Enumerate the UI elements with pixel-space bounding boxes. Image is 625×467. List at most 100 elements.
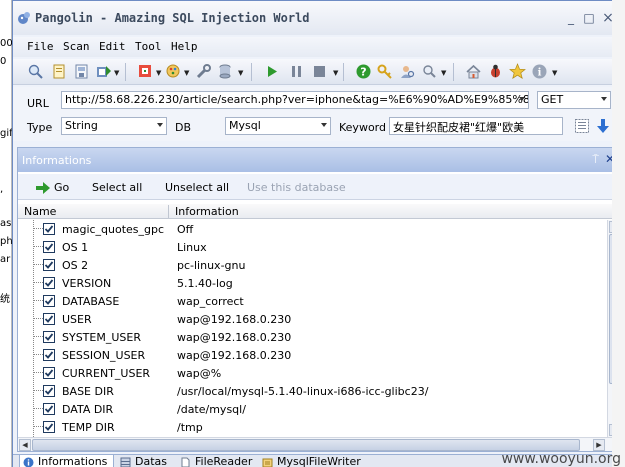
row-checkbox[interactable] bbox=[43, 367, 55, 379]
stop-icon[interactable] bbox=[311, 63, 328, 80]
export-icon[interactable] bbox=[95, 63, 112, 80]
select-all-button[interactable]: Select all bbox=[92, 181, 142, 194]
row-checkbox[interactable] bbox=[43, 421, 55, 433]
menu-edit[interactable]: Edit bbox=[99, 40, 126, 53]
menu-help[interactable]: Help bbox=[171, 40, 198, 53]
open-file-icon[interactable] bbox=[51, 63, 68, 80]
go-button[interactable]: Go bbox=[54, 181, 69, 194]
checkmark-icon bbox=[44, 369, 54, 377]
help-icon[interactable]: ? bbox=[355, 63, 372, 80]
maximize-button[interactable]: □ bbox=[583, 12, 595, 24]
tab-filereader[interactable]: FileReader bbox=[177, 455, 258, 467]
pause-icon[interactable] bbox=[288, 63, 305, 80]
chevron-down-icon[interactable] bbox=[601, 97, 607, 101]
row-checkbox[interactable] bbox=[43, 313, 55, 325]
row-checkbox[interactable] bbox=[43, 331, 55, 343]
horizontal-scrollbar[interactable]: ◀ ▶ bbox=[18, 437, 621, 451]
table-row[interactable]: SYSTEM_USER wap@192.168.0.230 bbox=[18, 328, 607, 346]
tab-mysqlfilewriter[interactable]: MysqlFileWriter bbox=[259, 455, 367, 467]
url-input[interactable]: http://58.68.226.230/article/search.php?… bbox=[61, 91, 529, 109]
title-bar[interactable]: Pangolin - Amazing SQL Injection World _… bbox=[13, 1, 624, 35]
wrench-icon[interactable] bbox=[195, 63, 212, 80]
method-select[interactable]: GET bbox=[537, 91, 611, 109]
row-information: wap@192.168.0.230 bbox=[177, 349, 292, 362]
keyword-picker-icon[interactable] bbox=[574, 118, 590, 134]
bug-icon[interactable] bbox=[487, 63, 504, 80]
scroll-thumb[interactable] bbox=[32, 439, 580, 451]
table-row[interactable]: SESSION_USER wap@192.168.0.230 bbox=[18, 346, 607, 364]
type-select[interactable]: String bbox=[61, 117, 167, 135]
table-row[interactable]: DATA DIR/date/mysql/ bbox=[18, 400, 607, 418]
tab-informations[interactable]: Informations bbox=[19, 455, 115, 467]
use-database-button[interactable]: Use this database bbox=[247, 181, 346, 194]
row-checkbox[interactable] bbox=[43, 349, 55, 361]
row-checkbox[interactable] bbox=[43, 385, 55, 397]
table-row[interactable]: magic_quotes_gpc Off bbox=[18, 220, 607, 238]
row-checkbox[interactable] bbox=[43, 223, 55, 235]
search-dropdown-arrow[interactable]: ▼ bbox=[441, 69, 446, 77]
column-information-header[interactable]: Information bbox=[175, 205, 239, 218]
keyword-input[interactable]: 女星针织配皮裙"红爆"欧美 bbox=[389, 117, 563, 135]
file-writer-icon bbox=[262, 458, 273, 467]
export-dropdown-arrow[interactable]: ▼ bbox=[114, 69, 119, 77]
background-fragment: 0 bbox=[0, 56, 7, 67]
tree-connector bbox=[33, 390, 43, 391]
row-name: BASE DIR bbox=[62, 385, 114, 398]
info-icon[interactable]: i bbox=[531, 63, 548, 80]
table-row[interactable]: BASE DIR/usr/local/mysql-5.1.40-linux-i6… bbox=[18, 382, 607, 400]
row-checkbox[interactable] bbox=[43, 295, 55, 307]
go-arrow-icon[interactable] bbox=[36, 182, 50, 194]
column-separator[interactable] bbox=[168, 205, 169, 218]
tree-connector bbox=[33, 300, 43, 301]
menu-bar: File Scan Edit Tool Help ▼ bbox=[13, 37, 624, 57]
database-icon[interactable] bbox=[217, 63, 234, 80]
chevron-down-icon[interactable] bbox=[519, 97, 525, 101]
settings-icon[interactable] bbox=[137, 63, 154, 80]
db-select[interactable]: Mysql bbox=[225, 117, 331, 135]
table-row[interactable]: DATABASE wap_correct bbox=[18, 292, 607, 310]
table-row[interactable]: OS 1 Linux bbox=[18, 238, 607, 256]
row-checkbox[interactable] bbox=[43, 259, 55, 271]
magnifier-icon[interactable] bbox=[421, 63, 438, 80]
menu-scan[interactable]: Scan bbox=[63, 40, 90, 53]
database-dropdown-arrow[interactable]: ▼ bbox=[238, 69, 243, 77]
arrow-down-icon[interactable] bbox=[595, 118, 611, 134]
table-row[interactable]: OS 2 pc-linux-gnu bbox=[18, 256, 607, 274]
table-row[interactable]: TEMP DIR/tmp bbox=[18, 418, 607, 436]
scroll-right-icon[interactable]: ▶ bbox=[593, 439, 605, 451]
menu-tool[interactable]: Tool bbox=[135, 40, 162, 53]
row-name: OS 1 bbox=[62, 241, 89, 254]
table-row[interactable]: USER wap@192.168.0.230 bbox=[18, 310, 607, 328]
user-search-icon[interactable] bbox=[399, 63, 416, 80]
info-dropdown-arrow[interactable]: ▼ bbox=[552, 69, 557, 77]
column-name-header[interactable]: Name bbox=[24, 205, 56, 218]
menu-file[interactable]: File bbox=[27, 40, 54, 53]
search-icon[interactable] bbox=[27, 63, 44, 80]
home-icon[interactable] bbox=[465, 63, 482, 80]
scroll-left-icon[interactable]: ◀ bbox=[19, 439, 31, 451]
settings-dropdown-arrow[interactable]: ▼ bbox=[156, 69, 161, 77]
paint-icon[interactable] bbox=[165, 63, 182, 80]
play-icon[interactable] bbox=[263, 63, 280, 80]
row-checkbox[interactable] bbox=[43, 241, 55, 253]
star-icon[interactable] bbox=[509, 63, 526, 80]
tab-datas[interactable]: Datas bbox=[117, 455, 173, 467]
checkmark-icon bbox=[44, 261, 54, 269]
key-icon[interactable] bbox=[377, 63, 394, 80]
pin-icon[interactable]: ⍑ bbox=[592, 153, 599, 167]
paint-dropdown-arrow[interactable]: ▼ bbox=[184, 69, 189, 77]
unselect-all-button[interactable]: Unselect all bbox=[165, 181, 229, 194]
row-checkbox[interactable] bbox=[43, 403, 55, 415]
file-icon bbox=[181, 457, 190, 467]
save-icon[interactable] bbox=[73, 63, 90, 80]
background-fragment: 00 bbox=[0, 38, 13, 49]
row-checkbox[interactable] bbox=[43, 277, 55, 289]
table-row[interactable]: VERSION 5.1.40-log bbox=[18, 274, 607, 292]
row-name: CURRENT_USER bbox=[62, 367, 151, 380]
chevron-down-icon[interactable] bbox=[321, 123, 327, 127]
background-fragment: 统 bbox=[0, 294, 10, 305]
table-row[interactable]: CURRENT_USER wap@% bbox=[18, 364, 607, 382]
chevron-down-icon[interactable] bbox=[157, 123, 163, 127]
minimize-button[interactable]: _ bbox=[565, 12, 577, 24]
run-dropdown-arrow[interactable]: ▼ bbox=[333, 69, 338, 77]
